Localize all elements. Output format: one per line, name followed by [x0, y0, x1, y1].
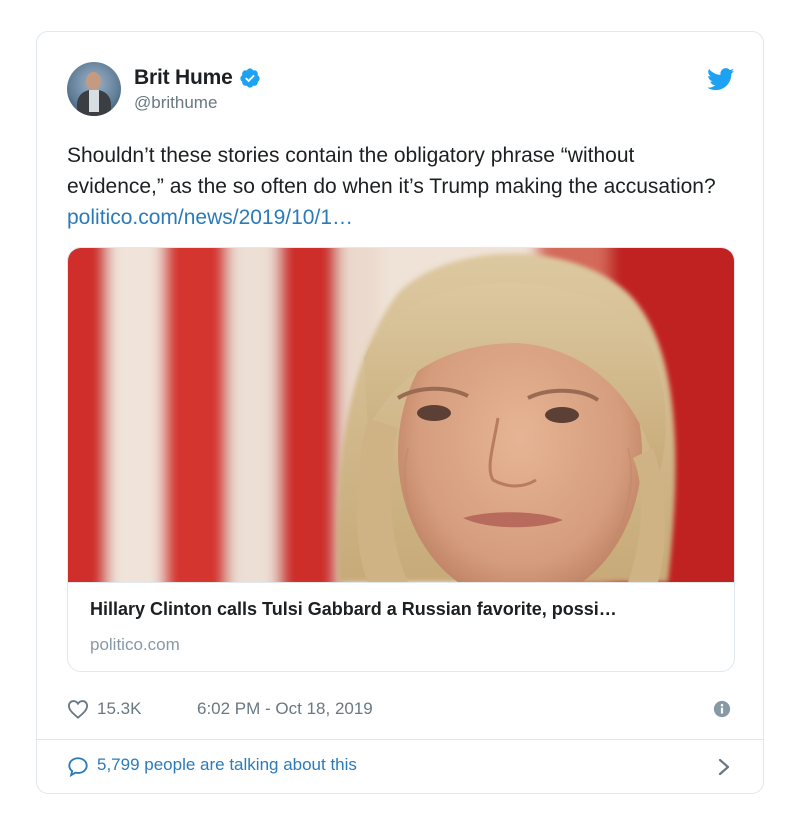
chevron-right-icon[interactable]	[717, 757, 731, 777]
like-count[interactable]: 15.3K	[97, 699, 141, 719]
card-title[interactable]: Hillary Clinton calls Tulsi Gabbard a Ru…	[90, 599, 720, 620]
card-domain: politico.com	[90, 635, 180, 654]
talking-count-link[interactable]: 5,799 people are talking about this	[97, 755, 357, 775]
timestamp[interactable]: 6:02 PM - Oct 18, 2019	[197, 699, 373, 719]
author-name-row: Brit Hume	[134, 66, 261, 90]
author-name[interactable]: Brit Hume	[134, 66, 233, 90]
tweet-text: Shouldn’t these stories contain the obli…	[67, 140, 735, 233]
tweet-card[interactable]: Brit Hume @brithume Shouldn’t these stor…	[36, 31, 764, 794]
heart-icon[interactable]	[67, 699, 89, 719]
author-handle[interactable]: @brithume	[134, 93, 217, 113]
avatar-shirt	[89, 90, 99, 112]
card-body[interactable]: Hillary Clinton calls Tulsi Gabbard a Ru…	[68, 582, 734, 671]
card-image[interactable]	[68, 248, 734, 582]
avatar-head	[86, 72, 101, 90]
speech-bubble-icon	[68, 757, 88, 777]
verified-badge-icon	[239, 68, 260, 88]
tweet-link[interactable]: politico.com/news/2019/10/1…	[67, 206, 353, 229]
tweet-meta: 15.3K 6:02 PM - Oct 18, 2019	[67, 696, 735, 724]
info-icon[interactable]	[713, 700, 731, 718]
avatar[interactable]	[67, 62, 121, 116]
link-preview-card[interactable]: Hillary Clinton calls Tulsi Gabbard a Ru…	[67, 247, 735, 672]
twitter-bird-icon[interactable]	[707, 68, 735, 91]
card-photo	[68, 248, 734, 582]
tweet-header: Brit Hume @brithume	[67, 62, 737, 118]
conversation-footer[interactable]: 5,799 people are talking about this	[67, 752, 735, 782]
divider	[37, 739, 763, 740]
tweet-body: Shouldn’t these stories contain the obli…	[67, 144, 716, 198]
